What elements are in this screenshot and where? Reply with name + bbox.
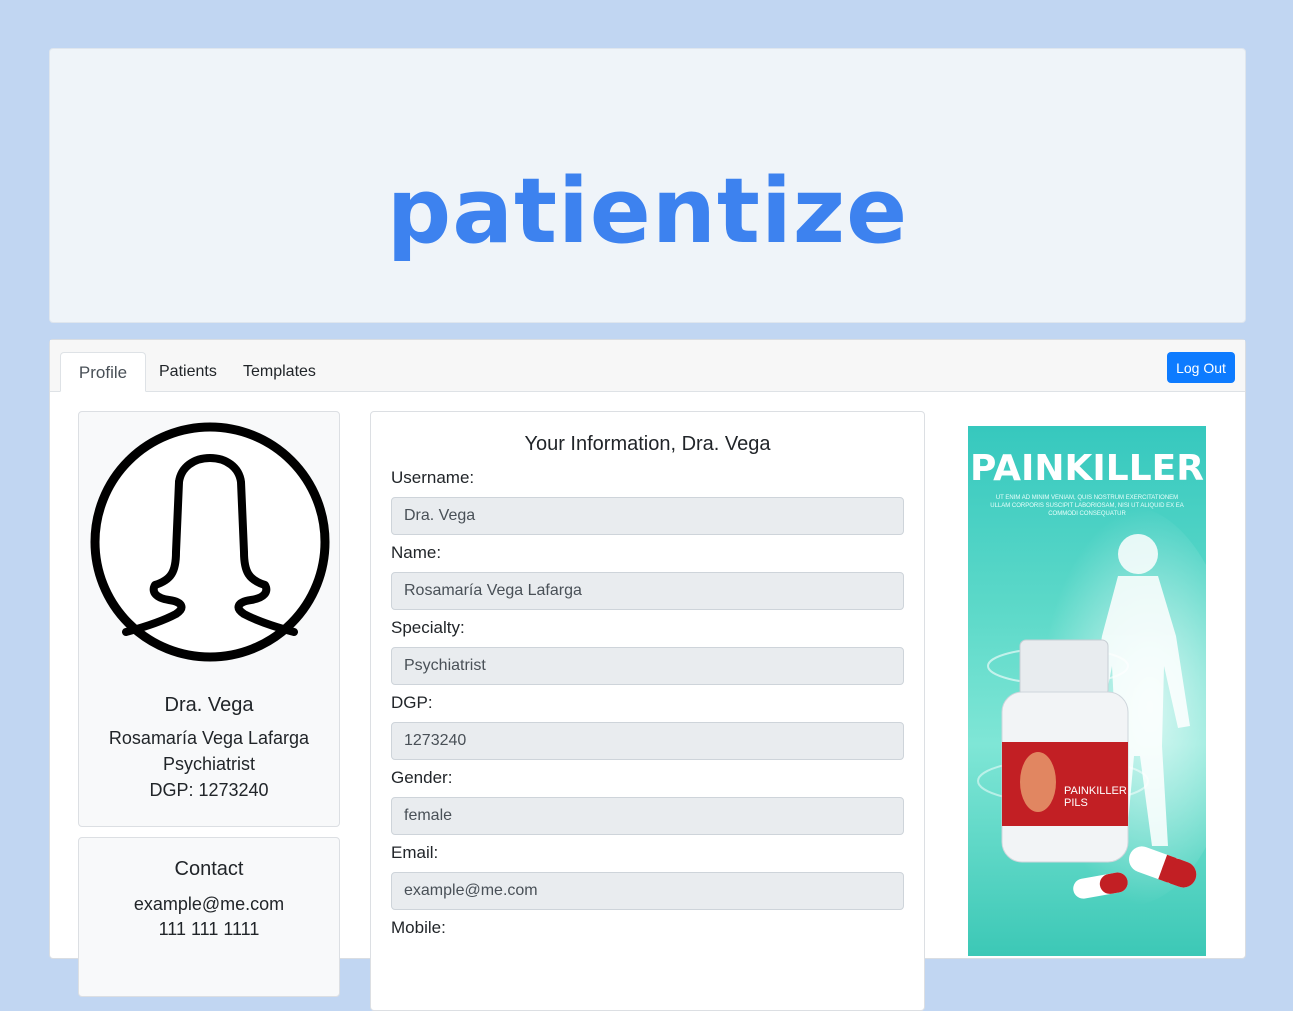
bottle-label-line2: PILS	[1064, 797, 1088, 809]
gender-label: Gender:	[391, 768, 453, 787]
tab-profile[interactable]: Profile	[60, 352, 146, 392]
tab-templates[interactable]: Templates	[229, 352, 330, 391]
bottle-label-line1: PAINKILLER	[1064, 785, 1127, 797]
name-label: Name:	[391, 543, 442, 562]
specialty-field[interactable]	[391, 647, 904, 685]
info-title: Your Information, Dra. Vega	[524, 433, 771, 455]
name-field[interactable]	[391, 572, 904, 610]
contact-email: example@me.com	[133, 894, 285, 914]
gender-field[interactable]	[391, 797, 904, 835]
contact-title: Contact	[174, 858, 244, 880]
profile-username: Dra. Vega	[164, 694, 254, 716]
profile-dgp: DGP: 1273240	[149, 780, 269, 800]
profile-specialty: Psychiatrist	[162, 754, 256, 774]
contact-phone: 111 111 1111	[158, 919, 260, 939]
header-banner: patientize	[49, 48, 1246, 323]
female-user-icon	[90, 422, 330, 662]
email-field[interactable]	[391, 872, 904, 910]
dgp-label: DGP:	[391, 693, 433, 712]
nav-tabs-bar: Profile Patients Templates Log Out	[50, 340, 1245, 392]
username-label: Username:	[391, 468, 475, 487]
contact-card: Contact example@me.com 111 111 1111	[78, 837, 340, 997]
mobile-label: Mobile:	[391, 918, 446, 937]
profile-full-name: Rosamaría Vega Lafarga	[108, 728, 310, 748]
painkiller-ad[interactable]: PAINKILLER UT ENIM AD MINIM VENIAM, QUIS…	[968, 426, 1206, 956]
app-logo: patientize	[386, 159, 909, 264]
profile-summary-card: Dra. Vega Rosamaría Vega Lafarga Psychia…	[78, 411, 340, 827]
email-label: Email:	[391, 843, 439, 862]
username-field[interactable]	[391, 497, 904, 535]
logout-button[interactable]: Log Out	[1167, 352, 1235, 383]
specialty-label: Specialty:	[391, 618, 465, 637]
info-form-card: Your Information, Dra. Vega Username: Na…	[370, 411, 925, 1011]
dgp-field[interactable]	[391, 722, 904, 760]
ad-illustration: PAINKILLER PILS	[977, 506, 1206, 906]
main-card: Profile Patients Templates Log Out Dra. …	[49, 339, 1246, 1011]
tab-patients[interactable]: Patients	[145, 352, 231, 391]
